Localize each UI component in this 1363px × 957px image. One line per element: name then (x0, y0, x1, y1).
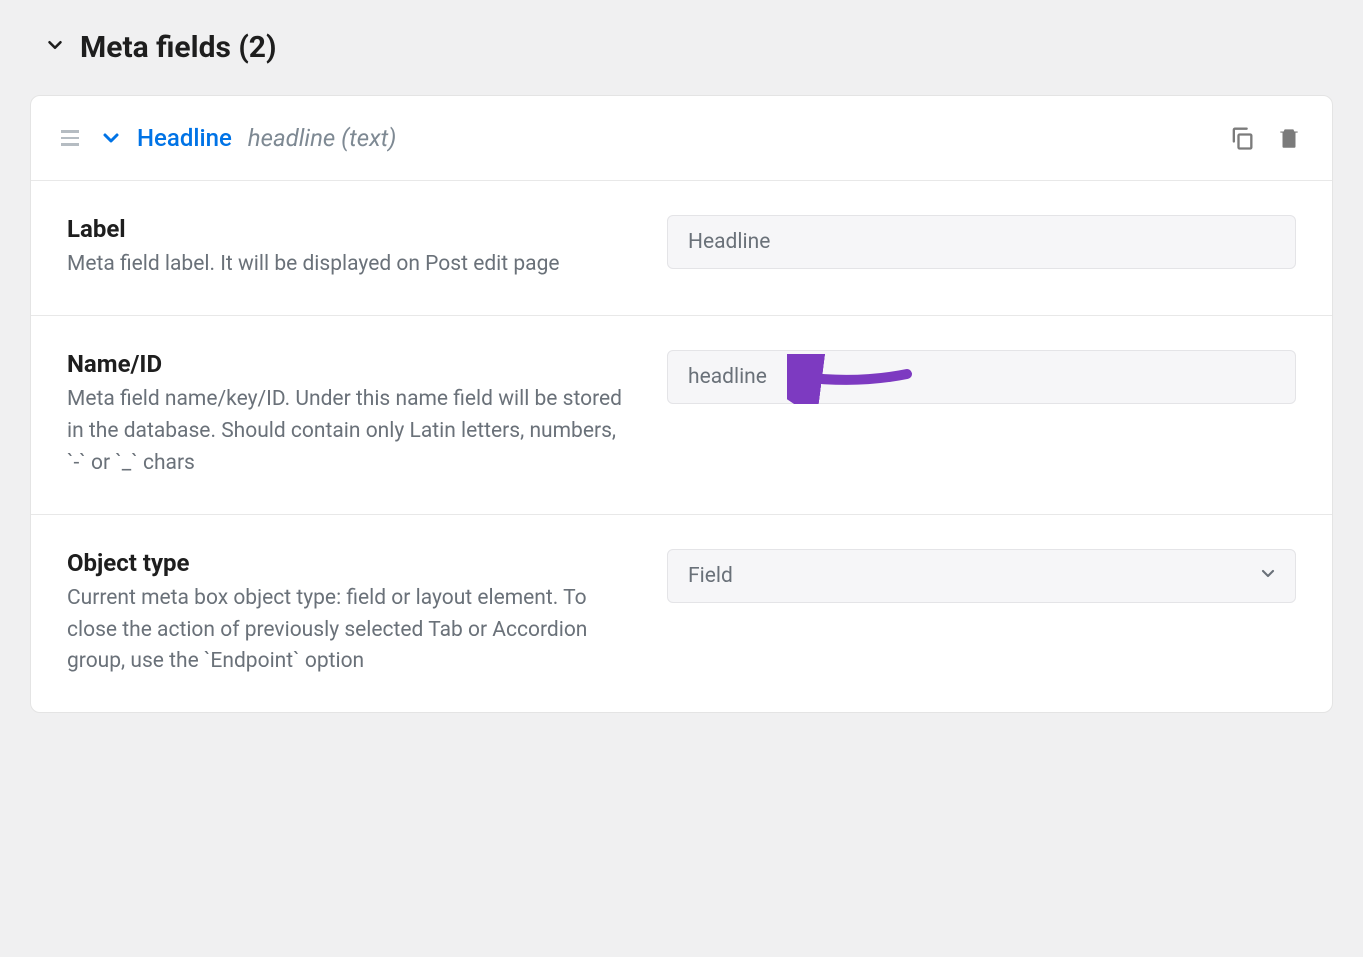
row-label-info: Label Meta field label. It will be displ… (67, 215, 627, 281)
label-input[interactable] (667, 215, 1296, 269)
chevron-down-icon (44, 34, 66, 61)
field-subtitle: headline (text) (248, 124, 397, 152)
nameid-input[interactable] (667, 350, 1296, 404)
row-objecttype: Object type Current meta box object type… (31, 515, 1332, 713)
row-nameid: Name/ID Meta field name/key/ID. Under th… (31, 316, 1332, 515)
copy-icon[interactable] (1228, 124, 1256, 152)
row-objecttype-control: Field (667, 549, 1296, 603)
trash-icon[interactable] (1276, 125, 1302, 151)
objecttype-select[interactable]: Field (667, 549, 1296, 603)
row-objecttype-info: Object type Current meta box object type… (67, 549, 627, 679)
row-objecttype-title: Object type (67, 549, 627, 577)
row-label: Label Meta field label. It will be displ… (31, 181, 1332, 316)
meta-field-card: Headline headline (text) Label Meta fiel… (30, 95, 1333, 713)
row-nameid-control (667, 350, 1296, 404)
row-label-control (667, 215, 1296, 269)
row-objecttype-desc: Current meta box object type: field or l… (67, 583, 627, 679)
header-actions (1228, 124, 1302, 152)
field-title[interactable]: Headline (137, 124, 232, 152)
section-title: Meta fields (2) (80, 30, 277, 65)
row-nameid-title: Name/ID (67, 350, 627, 378)
row-label-desc: Meta field label. It will be displayed o… (67, 249, 627, 281)
drag-handle-icon[interactable] (61, 130, 79, 146)
card-header: Headline headline (text) (31, 96, 1332, 181)
chevron-down-icon[interactable] (99, 126, 123, 150)
row-nameid-info: Name/ID Meta field name/key/ID. Under th… (67, 350, 627, 480)
row-nameid-desc: Meta field name/key/ID. Under this name … (67, 384, 627, 480)
row-label-title: Label (67, 215, 627, 243)
section-header[interactable]: Meta fields (2) (44, 30, 1333, 65)
